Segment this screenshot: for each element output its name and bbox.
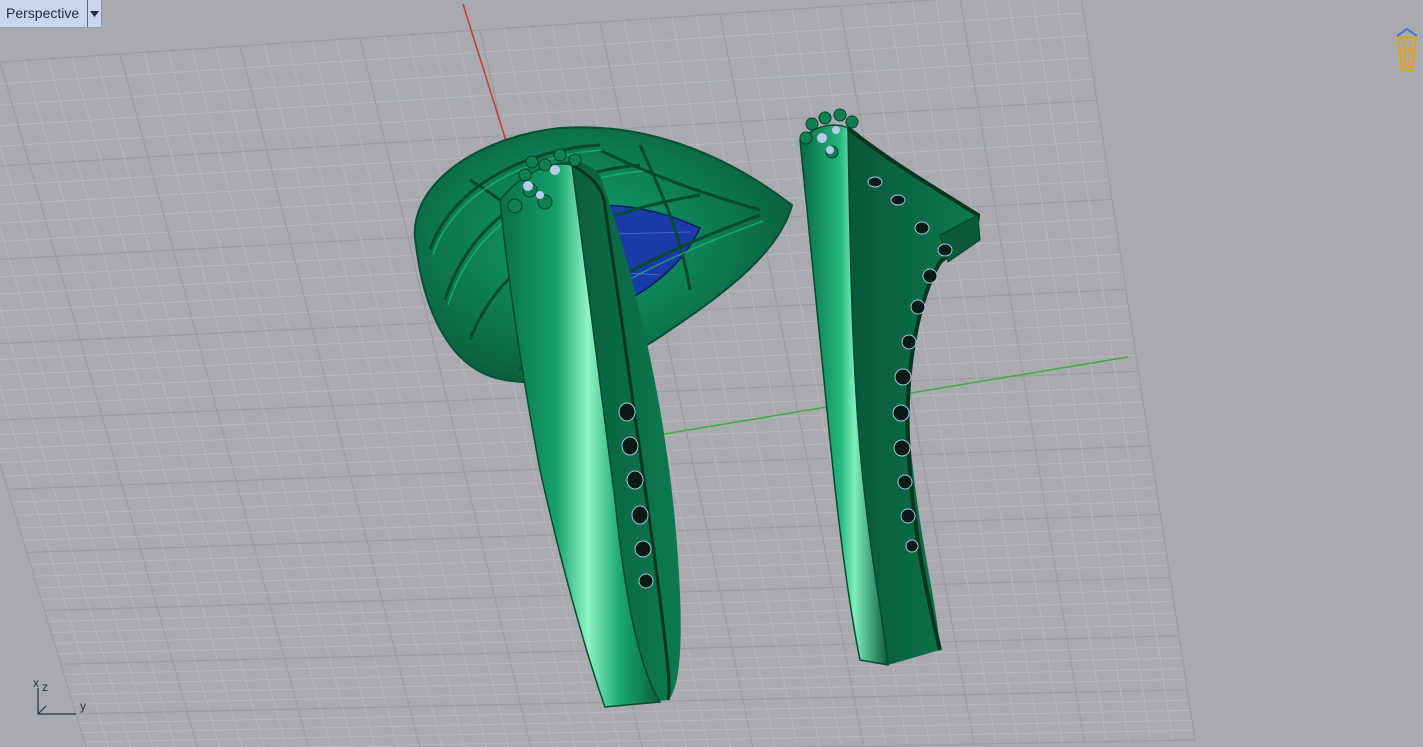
axis-label-z: z <box>42 680 48 694</box>
grid-line <box>263 44 443 747</box>
wedding-band-model[interactable] <box>799 108 981 666</box>
viewport-title-tab[interactable]: Perspective <box>0 0 103 28</box>
viewport-scene[interactable] <box>0 0 1423 747</box>
grid-line <box>0 307 131 747</box>
grid-line <box>191 49 376 747</box>
grid-line <box>95 55 287 747</box>
grid-line <box>81 709 1191 734</box>
grid-line <box>167 50 354 747</box>
grid-line <box>775 739 1196 747</box>
grid-line <box>119 53 310 747</box>
axis-triad-icon <box>37 688 76 715</box>
grid-line <box>0 35 1088 106</box>
grid-line <box>0 226 154 747</box>
chevron-down-icon <box>90 10 100 17</box>
grid-line <box>84 719 1192 743</box>
grid-line <box>143 52 332 747</box>
perspective-viewport[interactable]: Perspective x z y <box>0 0 1423 747</box>
grid-line <box>335 39 509 747</box>
navigation-icon[interactable] <box>1392 26 1422 76</box>
grid-line <box>1080 0 1196 741</box>
grid-line <box>71 57 265 747</box>
grid-line <box>0 385 109 747</box>
axis-label-x: x <box>33 676 39 690</box>
grid-line <box>287 42 465 747</box>
grid-line <box>215 47 398 747</box>
grid-line <box>311 41 487 747</box>
grid-line <box>0 144 176 747</box>
axis-label-y: y <box>80 699 86 713</box>
grid-line <box>1008 0 1130 742</box>
viewport-menu-button[interactable] <box>87 0 101 27</box>
axis-orientation-widget: x z y <box>30 676 100 720</box>
viewport-title[interactable]: Perspective <box>0 0 87 27</box>
grid-line <box>959 0 1086 743</box>
engagement-ring-model[interactable] <box>413 126 794 708</box>
grid-line <box>239 45 421 747</box>
grid-line <box>1056 0 1174 741</box>
